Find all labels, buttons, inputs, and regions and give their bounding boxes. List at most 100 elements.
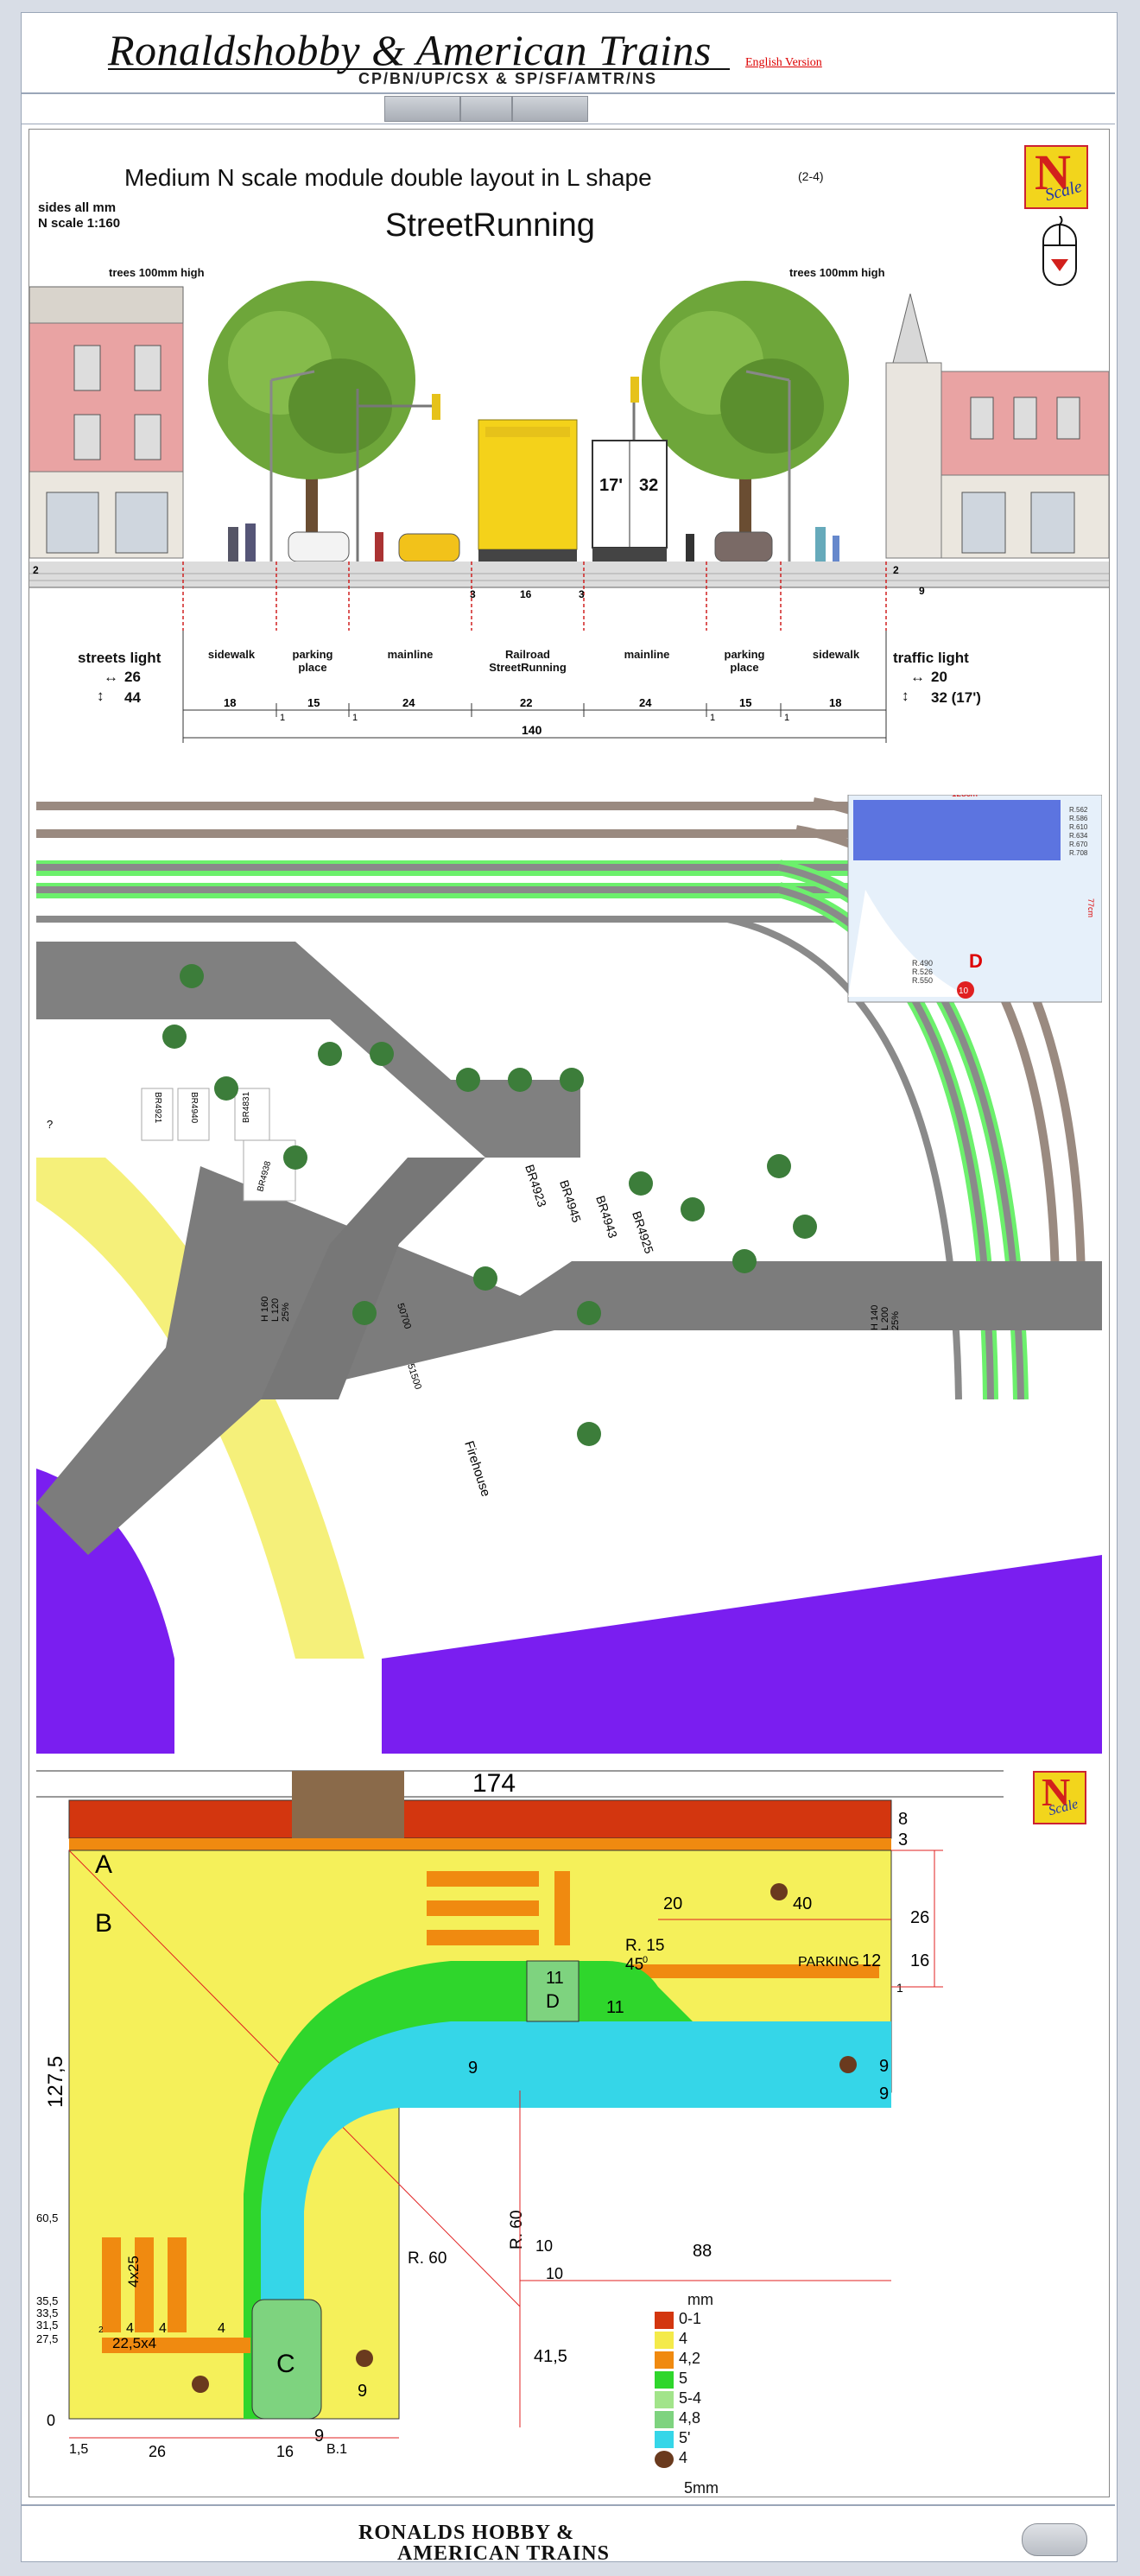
orange-band xyxy=(69,1838,891,1850)
dim-10-a: 10 xyxy=(535,2237,553,2255)
level-31-5: 31,5 xyxy=(36,2319,58,2332)
num-9-d: 9 xyxy=(358,2382,367,2401)
legend-swatch xyxy=(655,2312,674,2329)
inset-radius-2: R.526 xyxy=(912,968,933,976)
dim-10-b: 10 xyxy=(546,2265,563,2282)
dim-40: 40 xyxy=(793,1894,812,1913)
level-60-5: 60,5 xyxy=(36,2211,58,2224)
dim-bottom-1-5: 1,5 xyxy=(69,2442,88,2457)
gap-1-right: 1 xyxy=(710,713,715,723)
taxi xyxy=(398,533,460,562)
footer-divider xyxy=(22,2504,1115,2506)
dim-bottom-16: 16 xyxy=(276,2443,294,2460)
tree-right xyxy=(642,281,849,562)
dim-127-5: 127,5 xyxy=(44,2056,67,2108)
legend-label: 5 xyxy=(679,2370,688,2387)
right-building xyxy=(885,293,1109,559)
width-parking-right: 15 xyxy=(739,696,751,709)
dim-4-b: 4 xyxy=(159,2321,167,2336)
num-9-a: 9 xyxy=(468,2059,478,2078)
brown-marker xyxy=(770,1883,788,1900)
level-0: 0 xyxy=(47,2412,55,2429)
dim-8: 8 xyxy=(898,1810,908,1829)
legend-swatch xyxy=(655,2351,674,2369)
n-scale-badge: N Scale xyxy=(1024,144,1088,209)
english-version-link[interactable]: English Version xyxy=(745,56,822,70)
letter-b: B xyxy=(95,1909,112,1938)
width-mainline-left: 24 xyxy=(402,696,415,709)
inset-radius-r2: R.586 xyxy=(1069,815,1088,822)
legend-swatch xyxy=(655,2391,674,2408)
inset-height: 77cm xyxy=(1086,898,1095,917)
inset-radius-r3: R.610 xyxy=(1069,823,1088,831)
dim-4x25: 4x25 xyxy=(125,2256,142,2287)
total-width: 140 xyxy=(522,723,542,737)
dim-r60-vertical: R. 60 xyxy=(508,2211,526,2249)
inset-map: 128cm D 10 R.490 R.526 R.550 R.562 R.586… xyxy=(847,795,1102,1003)
letter-c: C xyxy=(276,2350,295,2378)
legend-label: 4,2 xyxy=(679,2350,701,2367)
gap-1-left: 1 xyxy=(280,713,285,723)
brown-marker xyxy=(839,2056,857,2073)
legend-swatch xyxy=(655,2451,674,2468)
inset-badge: 10 xyxy=(959,987,969,996)
num-9-b: 9 xyxy=(879,2057,889,2076)
right-level-9: 9 xyxy=(919,585,925,597)
nav-button-3[interactable] xyxy=(512,96,588,122)
street-section: Medium N scale module double layout in L… xyxy=(29,130,1109,786)
dim-4-a: 4 xyxy=(126,2321,134,2336)
inset-radius-3: R.550 xyxy=(912,976,933,985)
track-plan-section: 128cm D 10 R.490 R.526 R.550 R.562 R.586… xyxy=(36,795,1102,1754)
building-br4940: BR4940 xyxy=(189,1092,199,1124)
module-dimension-drawing: 174 8 3 A B 11 D 11 C 4x25 22,5x4 4 4 4 … xyxy=(36,1769,1004,2460)
building-br4923: BR4923 xyxy=(522,1163,549,1209)
building-br4925: BR4925 xyxy=(630,1209,656,1255)
n-scale-badge-2: N Scale xyxy=(1033,1770,1086,1824)
dim-bottom-26: 26 xyxy=(149,2443,166,2460)
nav-button-2[interactable] xyxy=(460,96,512,122)
legend-unit: mm xyxy=(687,2291,713,2308)
dim-right-h: H 140 xyxy=(870,1305,880,1330)
letter-d: D xyxy=(546,1990,560,2012)
cyclist xyxy=(686,534,694,562)
content-frame: Medium N scale module double layout in L… xyxy=(28,129,1110,2497)
legend-swatch xyxy=(655,2371,674,2389)
pedestrian xyxy=(228,527,238,562)
legend-swatch xyxy=(655,2431,674,2448)
legend-label: 5' xyxy=(679,2429,691,2446)
railroads-subtitle: CP/BN/UP/CSX & SP/SF/AMTR/NS xyxy=(358,70,658,87)
building-51500: 51500 xyxy=(405,1362,423,1391)
level-35-5: 35,5 xyxy=(36,2294,58,2307)
brown-marker xyxy=(192,2376,209,2393)
footer-button[interactable] xyxy=(1022,2523,1087,2556)
dim-41-5: 41,5 xyxy=(534,2347,567,2366)
dim-88: 88 xyxy=(693,2242,712,2261)
dim-left-h: H 160 xyxy=(260,1297,270,1322)
gap-1-left-2: 1 xyxy=(352,713,358,723)
dim-20: 20 xyxy=(663,1894,682,1913)
nav-divider xyxy=(22,92,1115,94)
right-level: 2 xyxy=(893,564,899,576)
inset-radius-1: R.490 xyxy=(912,959,933,968)
dim-26: 26 xyxy=(910,1908,929,1927)
road-surface xyxy=(29,562,1109,587)
legend-label: 5-4 xyxy=(679,2389,702,2407)
dim-angle-unit: 0 xyxy=(643,1955,648,1965)
truck-label-a: 17' xyxy=(599,476,623,495)
building-br4831: BR4831 xyxy=(242,1091,251,1123)
pedestrian xyxy=(833,536,839,562)
letter-d-11: 11 xyxy=(546,1969,564,1988)
yellow-boxcar xyxy=(478,419,578,562)
dim-16: 16 xyxy=(910,1951,929,1970)
white-car xyxy=(288,531,350,562)
inset-letter: D xyxy=(969,950,983,972)
letter-a: A xyxy=(95,1850,112,1879)
color-legend: mm 0-1 4 4,2 5 5-4 4,8 5' 4 5mm xyxy=(655,2291,750,2497)
building-br4945: BR4945 xyxy=(557,1178,584,1224)
truck-label-b: 32 xyxy=(639,476,658,495)
inset-radius-r6: R.708 xyxy=(1069,849,1088,857)
dim-3: 3 xyxy=(898,1830,908,1850)
nav-button-1[interactable] xyxy=(384,96,460,122)
num-9-c: 9 xyxy=(879,2084,889,2103)
track-plan-drawing: 128cm D 10 R.490 R.526 R.550 R.562 R.586… xyxy=(36,795,1102,1754)
